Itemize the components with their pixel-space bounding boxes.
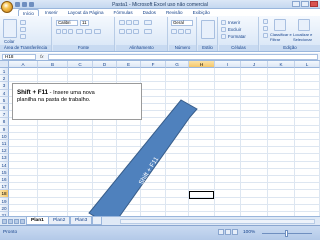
window-controls [292,1,318,7]
next-sheet-button[interactable] [14,218,19,224]
font-color-button[interactable] [94,29,101,34]
sheet-navigation [2,218,25,224]
font-name-select[interactable]: Calibri [56,20,78,26]
underline-button[interactable] [68,29,73,34]
fx-icon[interactable]: fx [40,54,44,59]
insert-sheet-button[interactable] [92,217,102,225]
editing-group-label: Edição [260,45,320,51]
find-select-icon[interactable] [298,19,310,31]
window-title: Pasta1 - Microsoft Excel uso não comerci… [112,1,208,8]
comma-button[interactable] [185,29,191,34]
styles-group-label: Estilo [198,45,217,51]
arrow-shape [88,99,198,216]
format-painter-icon[interactable] [20,34,26,39]
align-top-button[interactable] [119,20,125,25]
font-group-label: Fonte [53,45,114,51]
insert-cells-icon[interactable] [221,20,226,25]
formula-bar: H18 fx [0,53,320,61]
fill-icon[interactable] [263,26,268,31]
align-bottom-button[interactable] [133,20,139,25]
find-select-button[interactable]: Localizar e Selecionar [293,32,319,42]
format-cells-button[interactable]: Formatar [228,34,246,39]
delete-cells-icon[interactable] [221,27,226,32]
ribbon: Colar Área de Transferência Calibri 11 F… [0,16,320,52]
clipboard-group: Colar Área de Transferência [0,17,52,51]
copy-icon[interactable] [20,27,26,32]
tab-layout[interactable]: Layout da Página [64,9,108,16]
percent-button[interactable] [178,29,184,34]
prev-sheet-button[interactable] [8,218,13,224]
arrow-graphic: Shift + F11 [88,99,198,216]
delete-cells-button[interactable]: Excluir [228,27,241,32]
normal-view-button[interactable] [218,229,224,235]
number-group-label: Número [169,45,196,51]
sheet-tab-plan3[interactable]: Plan3 [70,217,93,225]
format-cells-icon[interactable] [221,34,226,39]
page-break-view-button[interactable] [232,229,238,235]
sheet-tab-bar: Plan1 Plan2 Plan3 [0,216,320,225]
bold-button[interactable] [56,29,61,34]
tab-formulas[interactable]: Fórmulas [110,9,137,16]
title-bar: Pasta1 - Microsoft Excel uso não comerci… [0,0,320,9]
align-center-button[interactable] [126,29,132,34]
name-box[interactable]: H18 [2,54,36,60]
number-format-select[interactable]: Geral [171,20,193,26]
status-text: Pronto [3,230,18,235]
number-group: Geral Número [169,17,197,51]
clear-icon[interactable] [263,33,268,38]
align-left-button[interactable] [119,29,125,34]
tab-exibicao[interactable]: Exibição [189,9,214,16]
sort-filter-icon[interactable] [274,19,286,31]
styles-group: Estilo [198,17,218,51]
page-layout-view-button[interactable] [225,229,231,235]
clipboard-group-label: Área de Transferência [0,45,51,51]
formula-input[interactable] [48,54,318,60]
fill-color-button[interactable] [85,29,92,34]
tab-inicio[interactable]: Início [18,9,39,16]
horizontal-scrollbar[interactable] [120,219,315,224]
alignment-group-label: Alinhamento [116,45,167,51]
merge-button[interactable] [144,29,152,34]
close-button[interactable] [310,1,318,7]
maximize-button[interactable] [301,1,309,7]
font-size-select[interactable]: 11 [80,20,89,26]
paste-button[interactable] [3,19,17,38]
sheet-tab-plan2[interactable]: Plan2 [48,217,71,225]
cut-icon[interactable] [20,20,26,25]
worksheet-grid[interactable]: ABCDEFGHIJKL 1 2 3 4 5 6 7 8 9 10 11 12 13 14 15 16 17 18… [0,61,320,216]
first-sheet-button[interactable] [2,218,7,224]
tab-inserir[interactable]: Inserir [41,9,62,16]
align-middle-button[interactable] [126,20,132,25]
sort-filter-button[interactable]: Classificar e Filtrar [270,32,292,42]
alignment-group: Alinhamento [116,17,168,51]
editing-group: Classificar e Filtrar Localizar e Seleci… [260,17,320,51]
wrap-text-button[interactable] [144,20,152,25]
zoom-level[interactable]: 100% [243,230,255,235]
office-button[interactable] [1,1,13,13]
last-sheet-button[interactable] [20,218,25,224]
sum-icon[interactable] [263,19,268,24]
borders-button[interactable] [76,29,83,34]
zoom-slider-thumb[interactable] [285,230,288,237]
ribbon-tabs: Início Inserir Layout da Página Fórmulas… [18,9,214,16]
cells-group: Inserir Excluir Formatar Células [219,17,259,51]
minimize-button[interactable] [292,1,300,7]
paste-label: Colar [4,39,15,44]
align-right-button[interactable] [133,29,139,34]
sheet-tab-plan1[interactable]: Plan1 [26,217,49,225]
cells-group-label: Células [219,45,258,51]
italic-button[interactable] [62,29,67,34]
currency-button[interactable] [171,29,177,34]
insert-cells-button[interactable]: Inserir [228,20,240,25]
view-buttons [218,229,238,235]
font-group: Calibri 11 Fonte [53,17,115,51]
styles-button[interactable] [201,20,215,39]
tab-revisao[interactable]: Revisão [162,9,187,16]
status-bar: Pronto 100% [0,225,320,240]
tab-dados[interactable]: Dados [139,9,160,16]
